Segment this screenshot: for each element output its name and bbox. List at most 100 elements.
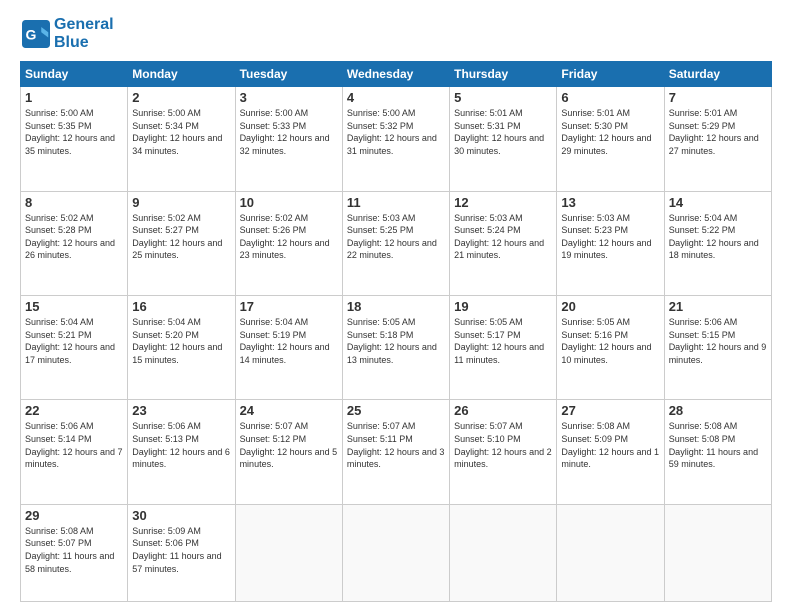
calendar-day-cell: 7Sunrise: 5:01 AMSunset: 5:29 PMDaylight… bbox=[664, 87, 771, 191]
day-number: 9 bbox=[132, 195, 230, 210]
day-info: Sunrise: 5:03 AMSunset: 5:24 PMDaylight:… bbox=[454, 212, 552, 262]
day-info: Sunrise: 5:07 AMSunset: 5:11 PMDaylight:… bbox=[347, 420, 445, 470]
calendar-day-cell: 9 Sunrise: 5:02 AMSunset: 5:27 PMDaylight… bbox=[128, 191, 235, 295]
day-info: Sunrise: 5:02 AMSunset: 5:28 PMDaylight:… bbox=[25, 212, 123, 262]
day-number: 10 bbox=[240, 195, 338, 210]
calendar-day-cell: 24 Sunrise: 5:07 AMSunset: 5:12 PMDayligh… bbox=[235, 400, 342, 504]
calendar-day-cell: 11Sunrise: 5:03 AMSunset: 5:25 PMDayligh… bbox=[342, 191, 449, 295]
calendar-week-row: 22 Sunrise: 5:06 AMSunset: 5:14 PMDayligh… bbox=[21, 400, 772, 504]
calendar-day-cell: 15Sunrise: 5:04 AMSunset: 5:21 PMDayligh… bbox=[21, 296, 128, 400]
day-number: 30 bbox=[132, 508, 230, 523]
calendar-day-cell: 8 Sunrise: 5:02 AMSunset: 5:28 PMDaylight… bbox=[21, 191, 128, 295]
day-info: Sunrise: 5:08 AMSunset: 5:08 PMDaylight:… bbox=[669, 420, 767, 470]
calendar-day-cell: 10 Sunrise: 5:02 AMSunset: 5:26 PMDayligh… bbox=[235, 191, 342, 295]
day-number: 22 bbox=[25, 403, 123, 418]
calendar-day-cell: 12 Sunrise: 5:03 AMSunset: 5:24 PMDayligh… bbox=[450, 191, 557, 295]
calendar-day-cell: 6 Sunrise: 5:01 AMSunset: 5:30 PMDaylight… bbox=[557, 87, 664, 191]
day-number: 12 bbox=[454, 195, 552, 210]
calendar-week-row: 15Sunrise: 5:04 AMSunset: 5:21 PMDayligh… bbox=[21, 296, 772, 400]
logo-text: GeneralBlue bbox=[54, 16, 114, 51]
day-number: 27 bbox=[561, 403, 659, 418]
page: G GeneralBlue Sunday Monday Tuesday Wedn… bbox=[0, 0, 792, 612]
logo: G GeneralBlue bbox=[20, 16, 114, 51]
day-info: Sunrise: 5:05 AMSunset: 5:17 PMDaylight:… bbox=[454, 316, 552, 366]
calendar-day-cell: 22 Sunrise: 5:06 AMSunset: 5:14 PMDayligh… bbox=[21, 400, 128, 504]
day-info: Sunrise: 5:03 AMSunset: 5:23 PMDaylight:… bbox=[561, 212, 659, 262]
day-info: Sunrise: 5:04 AMSunset: 5:19 PMDaylight:… bbox=[240, 316, 338, 366]
day-number: 20 bbox=[561, 299, 659, 314]
day-number: 5 bbox=[454, 90, 552, 105]
header-thursday: Thursday bbox=[450, 62, 557, 87]
day-number: 13 bbox=[561, 195, 659, 210]
day-info: Sunrise: 5:00 AMSunset: 5:35 PMDaylight:… bbox=[25, 107, 123, 157]
calendar-day-cell: 25Sunrise: 5:07 AMSunset: 5:11 PMDayligh… bbox=[342, 400, 449, 504]
header-tuesday: Tuesday bbox=[235, 62, 342, 87]
day-number: 16 bbox=[132, 299, 230, 314]
calendar-day-cell: 29Sunrise: 5:08 AMSunset: 5:07 PMDayligh… bbox=[21, 504, 128, 601]
calendar-day-cell: 5 Sunrise: 5:01 AMSunset: 5:31 PMDaylight… bbox=[450, 87, 557, 191]
logo-icon: G bbox=[22, 20, 50, 48]
day-number: 28 bbox=[669, 403, 767, 418]
day-number: 15 bbox=[25, 299, 123, 314]
day-info: Sunrise: 5:06 AMSunset: 5:14 PMDaylight:… bbox=[25, 420, 123, 470]
calendar-day-cell: 16 Sunrise: 5:04 AMSunset: 5:20 PMDayligh… bbox=[128, 296, 235, 400]
day-info: Sunrise: 5:06 AMSunset: 5:13 PMDaylight:… bbox=[132, 420, 230, 470]
day-number: 8 bbox=[25, 195, 123, 210]
day-info: Sunrise: 5:00 AMSunset: 5:34 PMDaylight:… bbox=[132, 107, 230, 157]
calendar-day-cell bbox=[450, 504, 557, 601]
calendar-day-cell: 19 Sunrise: 5:05 AMSunset: 5:17 PMDayligh… bbox=[450, 296, 557, 400]
day-number: 6 bbox=[561, 90, 659, 105]
header-saturday: Saturday bbox=[664, 62, 771, 87]
day-info: Sunrise: 5:03 AMSunset: 5:25 PMDaylight:… bbox=[347, 212, 445, 262]
header-sunday: Sunday bbox=[21, 62, 128, 87]
calendar-day-cell: 17 Sunrise: 5:04 AMSunset: 5:19 PMDayligh… bbox=[235, 296, 342, 400]
calendar-day-cell: 26Sunrise: 5:07 AMSunset: 5:10 PMDayligh… bbox=[450, 400, 557, 504]
calendar-day-cell: 1Sunrise: 5:00 AMSunset: 5:35 PMDaylight… bbox=[21, 87, 128, 191]
header-monday: Monday bbox=[128, 62, 235, 87]
day-number: 14 bbox=[669, 195, 767, 210]
day-number: 21 bbox=[669, 299, 767, 314]
calendar-day-cell: 23 Sunrise: 5:06 AMSunset: 5:13 PMDayligh… bbox=[128, 400, 235, 504]
day-info: Sunrise: 5:02 AMSunset: 5:27 PMDaylight:… bbox=[132, 212, 230, 262]
calendar-day-cell: 18 Sunrise: 5:05 AMSunset: 5:18 PMDayligh… bbox=[342, 296, 449, 400]
calendar-day-cell: 3Sunrise: 5:00 AMSunset: 5:33 PMDaylight… bbox=[235, 87, 342, 191]
day-number: 2 bbox=[132, 90, 230, 105]
day-info: Sunrise: 5:04 AMSunset: 5:20 PMDaylight:… bbox=[132, 316, 230, 366]
calendar-week-row: 8 Sunrise: 5:02 AMSunset: 5:28 PMDaylight… bbox=[21, 191, 772, 295]
day-number: 24 bbox=[240, 403, 338, 418]
day-number: 18 bbox=[347, 299, 445, 314]
header-wednesday: Wednesday bbox=[342, 62, 449, 87]
day-info: Sunrise: 5:08 AMSunset: 5:09 PMDaylight:… bbox=[561, 420, 659, 470]
day-info: Sunrise: 5:09 AMSunset: 5:06 PMDaylight:… bbox=[132, 525, 230, 575]
calendar-day-cell: 20 Sunrise: 5:05 AMSunset: 5:16 PMDayligh… bbox=[557, 296, 664, 400]
day-info: Sunrise: 5:08 AMSunset: 5:07 PMDaylight:… bbox=[25, 525, 123, 575]
day-info: Sunrise: 5:00 AMSunset: 5:33 PMDaylight:… bbox=[240, 107, 338, 157]
calendar-week-row: 1Sunrise: 5:00 AMSunset: 5:35 PMDaylight… bbox=[21, 87, 772, 191]
calendar-day-cell: 21 Sunrise: 5:06 AMSunset: 5:15 PMDayligh… bbox=[664, 296, 771, 400]
calendar-day-cell bbox=[235, 504, 342, 601]
calendar-day-cell bbox=[342, 504, 449, 601]
day-number: 7 bbox=[669, 90, 767, 105]
calendar-day-cell bbox=[664, 504, 771, 601]
calendar-day-cell: 14 Sunrise: 5:04 AMSunset: 5:22 PMDayligh… bbox=[664, 191, 771, 295]
day-number: 17 bbox=[240, 299, 338, 314]
calendar-day-cell: 30 Sunrise: 5:09 AMSunset: 5:06 PMDayligh… bbox=[128, 504, 235, 601]
calendar-day-cell bbox=[557, 504, 664, 601]
day-info: Sunrise: 5:01 AMSunset: 5:30 PMDaylight:… bbox=[561, 107, 659, 157]
header: G GeneralBlue bbox=[20, 16, 772, 51]
calendar-day-cell: 13 Sunrise: 5:03 AMSunset: 5:23 PMDayligh… bbox=[557, 191, 664, 295]
calendar-day-cell: 4 Sunrise: 5:00 AMSunset: 5:32 PMDaylight… bbox=[342, 87, 449, 191]
day-info: Sunrise: 5:02 AMSunset: 5:26 PMDaylight:… bbox=[240, 212, 338, 262]
day-number: 19 bbox=[454, 299, 552, 314]
day-number: 23 bbox=[132, 403, 230, 418]
day-info: Sunrise: 5:05 AMSunset: 5:16 PMDaylight:… bbox=[561, 316, 659, 366]
day-info: Sunrise: 5:04 AMSunset: 5:22 PMDaylight:… bbox=[669, 212, 767, 262]
header-friday: Friday bbox=[557, 62, 664, 87]
day-info: Sunrise: 5:00 AMSunset: 5:32 PMDaylight:… bbox=[347, 107, 445, 157]
day-info: Sunrise: 5:01 AMSunset: 5:31 PMDaylight:… bbox=[454, 107, 552, 157]
day-info: Sunrise: 5:06 AMSunset: 5:15 PMDaylight:… bbox=[669, 316, 767, 366]
calendar-table: Sunday Monday Tuesday Wednesday Thursday… bbox=[20, 61, 772, 602]
day-info: Sunrise: 5:07 AMSunset: 5:12 PMDaylight:… bbox=[240, 420, 338, 470]
day-number: 4 bbox=[347, 90, 445, 105]
day-info: Sunrise: 5:05 AMSunset: 5:18 PMDaylight:… bbox=[347, 316, 445, 366]
